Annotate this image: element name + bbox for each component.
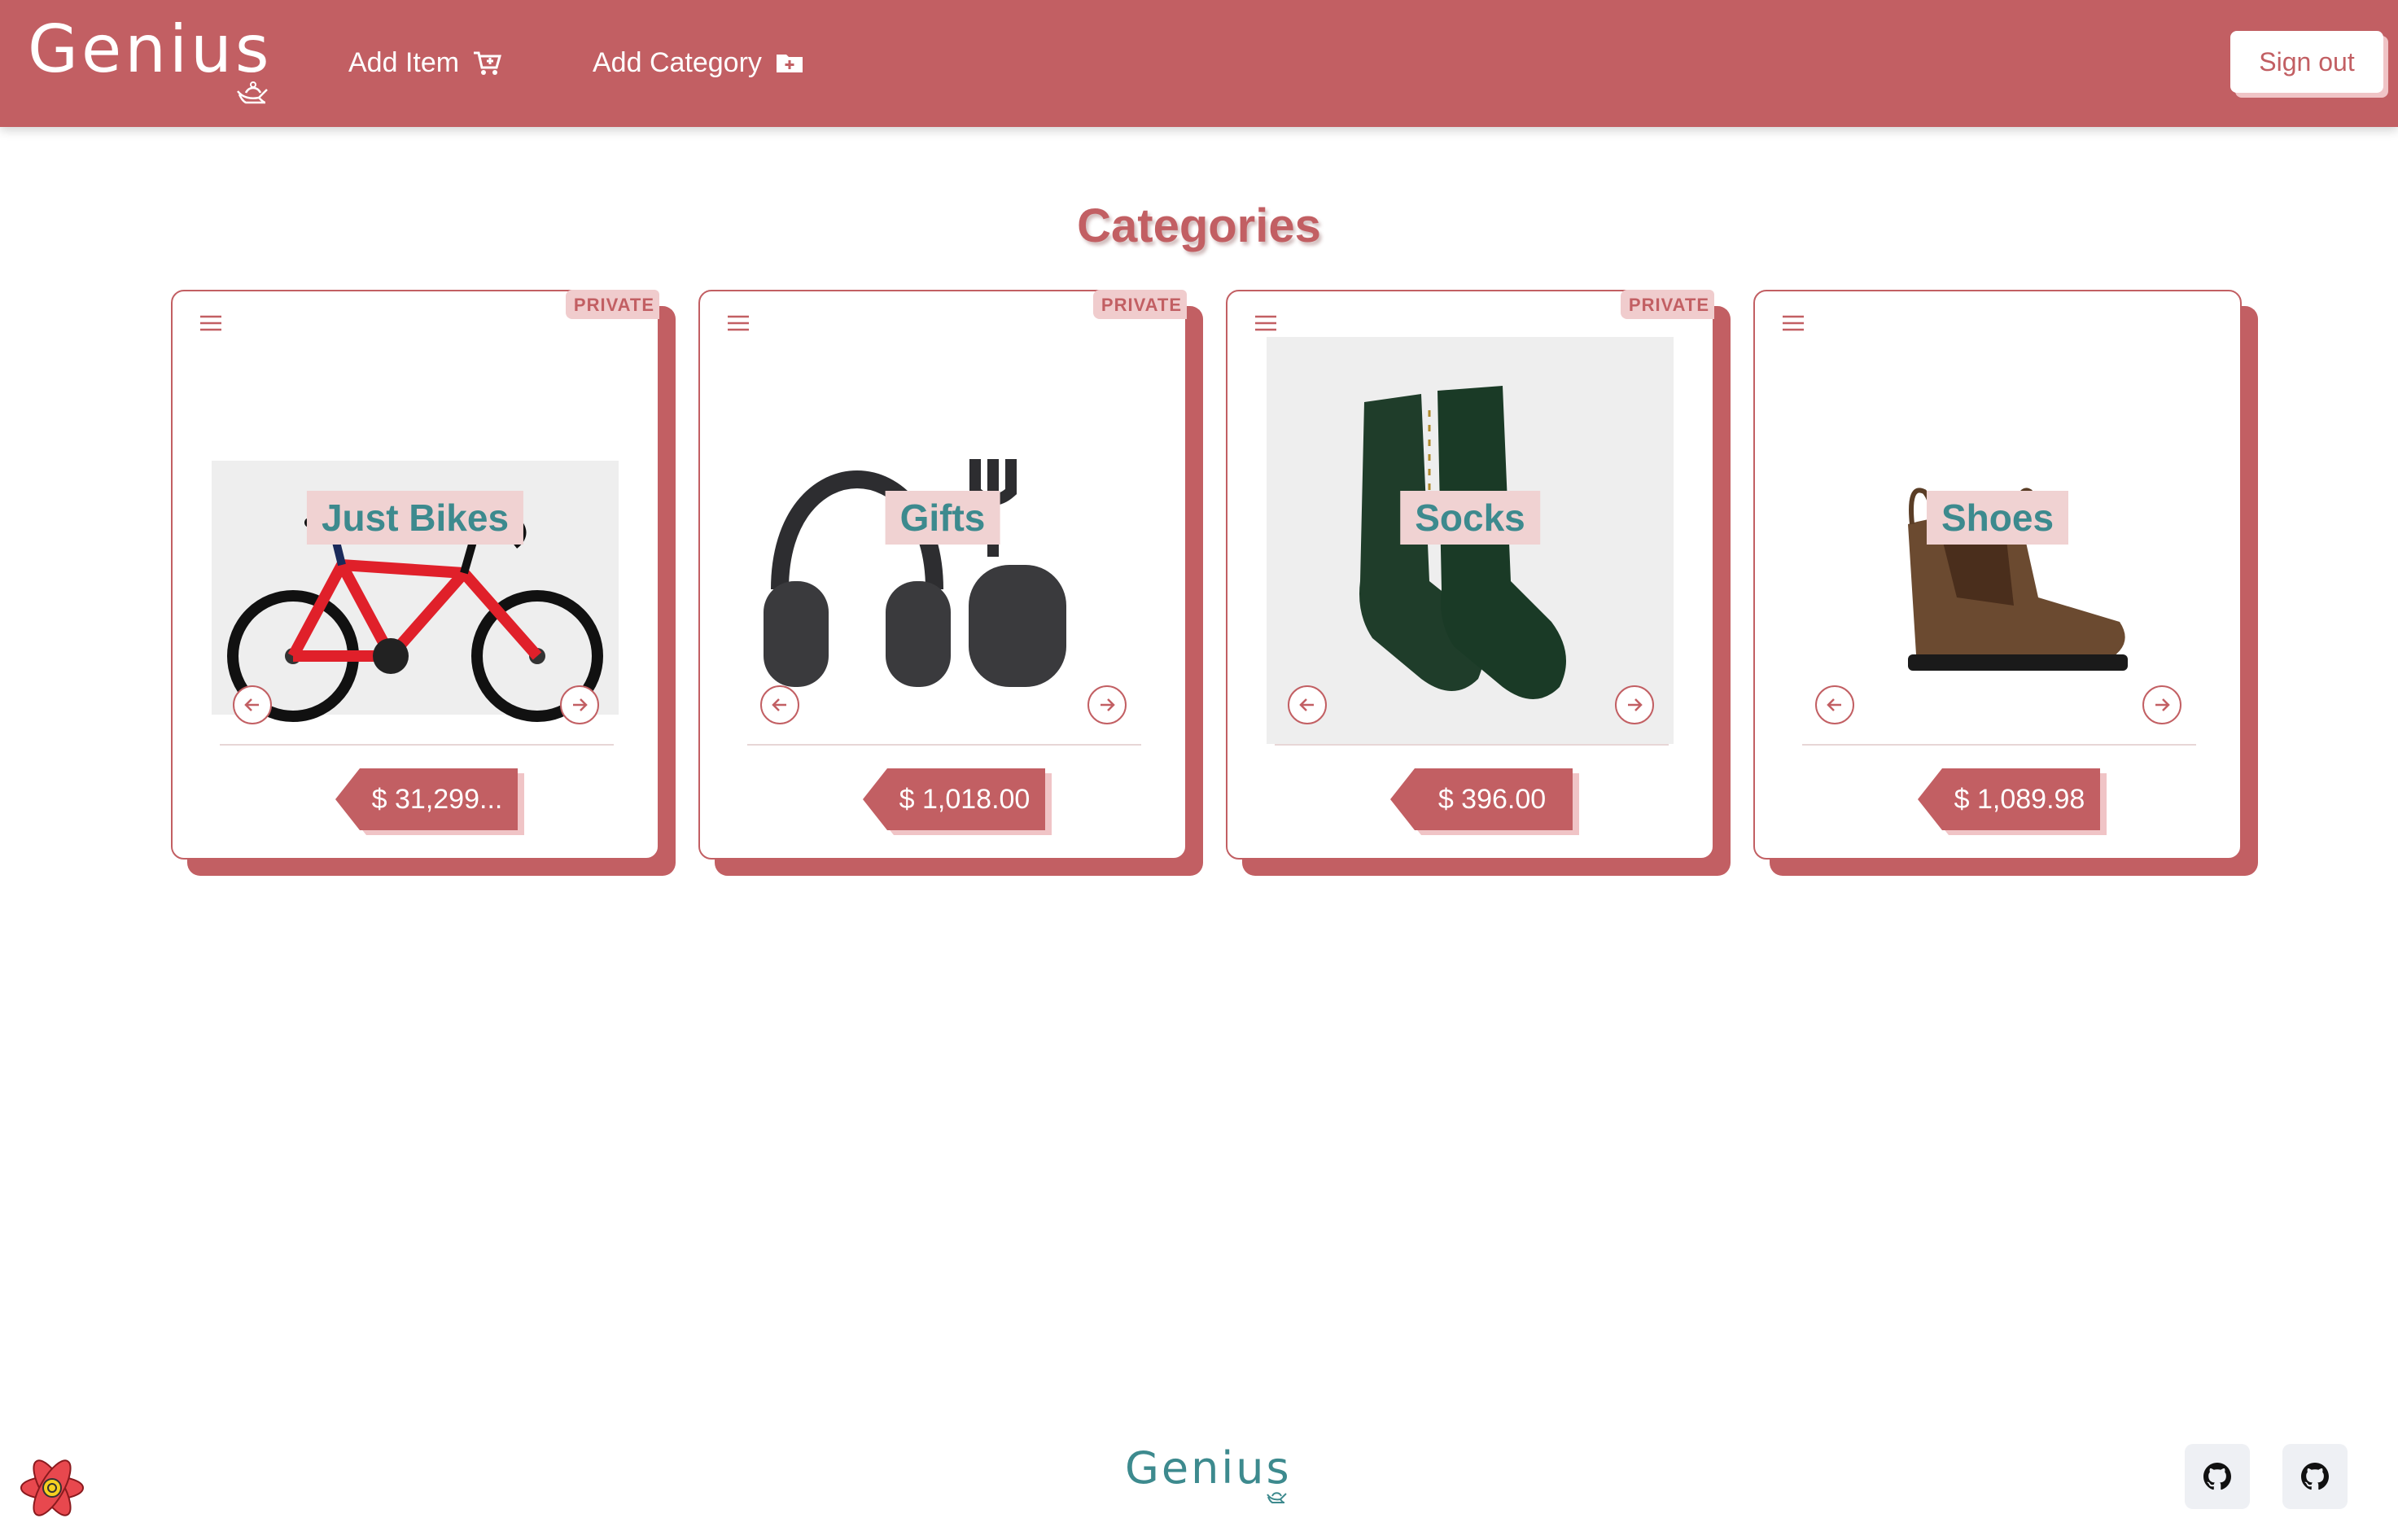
- prev-image-button[interactable]: [1815, 685, 1854, 724]
- app-root: Genius Add Item Add Category Sign out Ca…: [0, 0, 2398, 1540]
- arrow-right-icon: [1628, 698, 1643, 711]
- category-name-label[interactable]: Gifts: [885, 491, 1000, 545]
- page-title: Categories: [1077, 199, 1321, 252]
- price-value: $ 1,018.00: [863, 768, 1045, 830]
- category-card[interactable]: PRIVATE Gifts $ 1,018.00: [698, 290, 1203, 879]
- price-value: $ 1,089.98: [1918, 768, 2100, 830]
- price-tag: $ 396.00: [1390, 768, 1602, 835]
- nav-add-category-label: Add Category: [593, 46, 762, 78]
- arrow-right-icon: [573, 698, 588, 711]
- arrow-left-icon: [244, 698, 259, 711]
- brand-logo[interactable]: Genius: [28, 11, 273, 87]
- price-value: $ 396.00: [1390, 768, 1573, 830]
- category-name-label[interactable]: Just Bikes: [306, 491, 524, 545]
- card-divider: [747, 744, 1141, 746]
- category-name-label[interactable]: Socks: [1400, 491, 1540, 545]
- nav-add-item-label: Add Item: [348, 46, 460, 78]
- price-tag: $ 1,089.98: [1918, 768, 2129, 835]
- next-image-button[interactable]: [1615, 685, 1654, 724]
- card-body: PRIVATE Just Bikes $ 31,299...: [171, 290, 659, 860]
- private-badge: PRIVATE: [565, 290, 659, 319]
- top-navbar: Genius Add Item Add Category Sign out: [0, 0, 2398, 127]
- arrow-right-icon: [1101, 698, 1115, 711]
- card-body: PRIVATE Socks $ 396.00: [1226, 290, 1714, 860]
- category-card[interactable]: Shoes $ 1,089.98: [1753, 290, 2258, 879]
- hamburger-menu-icon[interactable]: [1781, 313, 1805, 334]
- prev-image-button[interactable]: [233, 685, 272, 724]
- card-body: Shoes $ 1,089.98: [1753, 290, 2242, 860]
- arrow-left-icon: [1827, 698, 1841, 711]
- nav-add-category[interactable]: Add Category: [593, 42, 804, 83]
- hamburger-menu-icon[interactable]: [1254, 313, 1278, 334]
- genie-lamp-icon: [1267, 1492, 1287, 1503]
- react-icon[interactable]: [18, 1454, 86, 1522]
- next-image-button[interactable]: [1087, 685, 1127, 724]
- github-icon: [2301, 1463, 2329, 1490]
- github-link-button[interactable]: [2282, 1444, 2348, 1509]
- next-image-button[interactable]: [560, 685, 599, 724]
- price-tag: $ 1,018.00: [863, 768, 1074, 835]
- genie-lamp-icon: [237, 81, 268, 104]
- price-value: $ 31,299...: [335, 768, 518, 830]
- category-card[interactable]: PRIVATE Just Bikes $ 31,299...: [171, 290, 676, 879]
- private-badge: PRIVATE: [1620, 290, 1714, 319]
- price-tag: $ 31,299...: [335, 768, 547, 835]
- card-divider: [1275, 744, 1669, 746]
- next-image-button[interactable]: [2142, 685, 2181, 724]
- cart-plus-icon: [474, 51, 502, 75]
- hamburger-menu-icon[interactable]: [199, 313, 223, 334]
- arrow-left-icon: [772, 698, 786, 711]
- github-icon: [2203, 1463, 2231, 1490]
- sign-out-button[interactable]: Sign out: [2230, 31, 2383, 93]
- card-divider: [220, 744, 614, 746]
- prev-image-button[interactable]: [1288, 685, 1327, 724]
- nav-add-item[interactable]: Add Item: [348, 42, 502, 83]
- category-card[interactable]: PRIVATE Socks $ 396.00: [1226, 290, 1731, 879]
- hamburger-menu-icon[interactable]: [726, 313, 750, 334]
- card-body: PRIVATE Gifts $ 1,018.00: [698, 290, 1187, 860]
- github-link-button[interactable]: [2185, 1444, 2250, 1509]
- folder-plus-icon: [776, 55, 803, 72]
- private-badge: PRIVATE: [1092, 290, 1187, 319]
- card-divider: [1802, 744, 2196, 746]
- prev-image-button[interactable]: [760, 685, 799, 724]
- arrow-right-icon: [2155, 698, 2170, 711]
- category-name-label[interactable]: Shoes: [1926, 491, 2069, 545]
- arrow-left-icon: [1299, 698, 1314, 711]
